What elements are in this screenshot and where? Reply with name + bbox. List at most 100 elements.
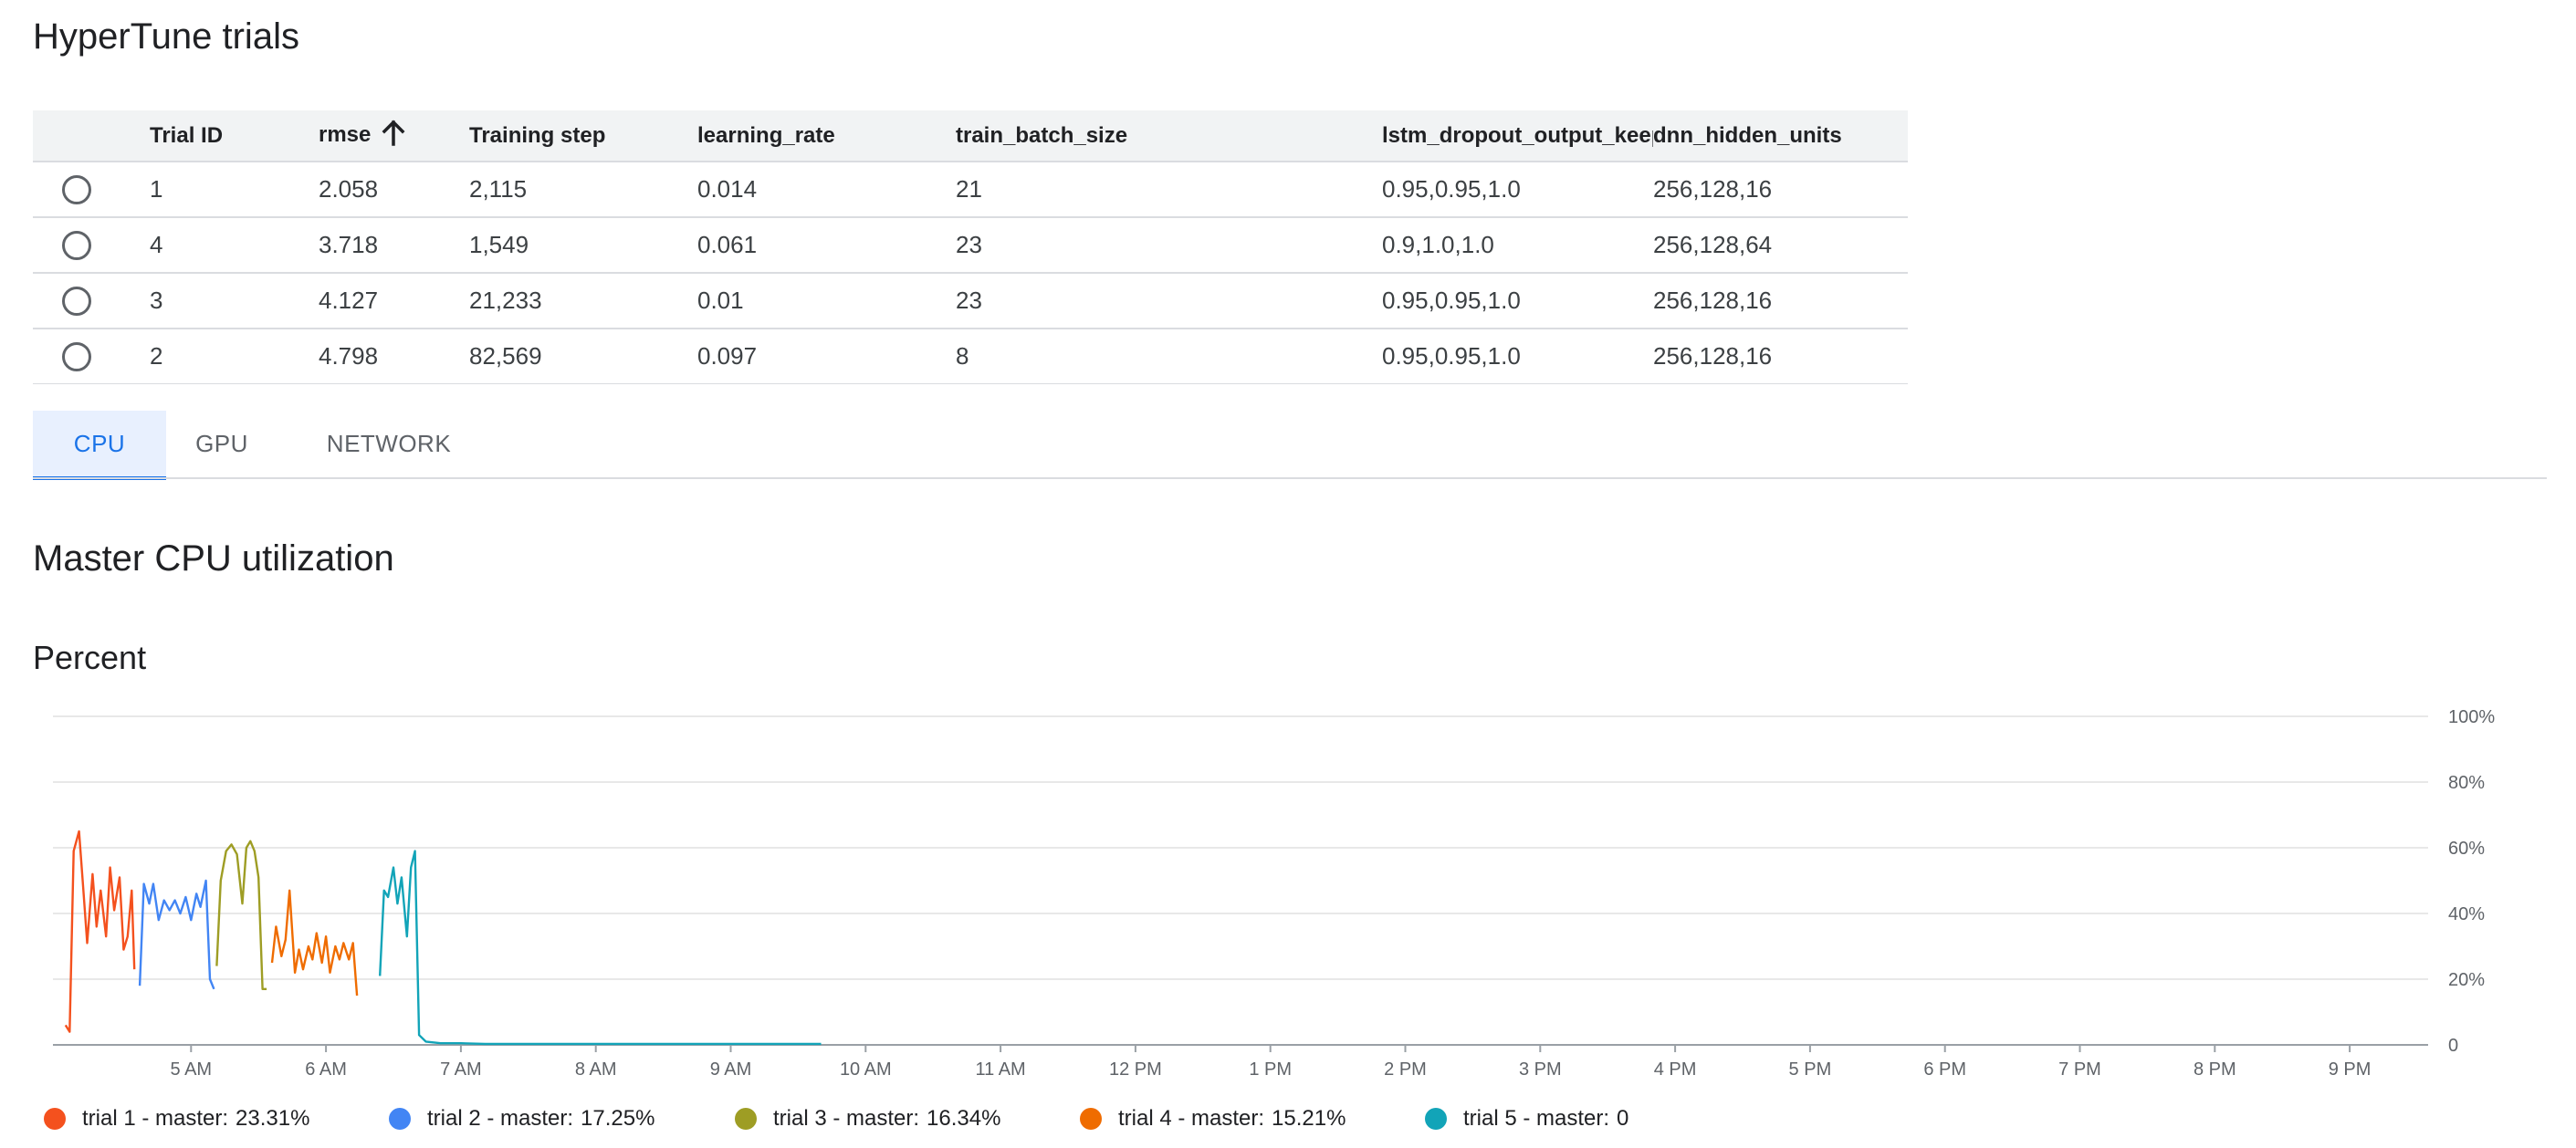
- cell-learning-rate: 0.014: [697, 162, 956, 218]
- cell-train-batch-size: 8: [956, 329, 1382, 384]
- cell-training-step: 2,115: [469, 162, 697, 218]
- x-tick-label: 9 PM: [2329, 1059, 2372, 1080]
- column-header-dnn-hidden-units[interactable]: dnn_hidden_units: [1653, 110, 1908, 162]
- x-tick-label: 1 PM: [1249, 1059, 1292, 1080]
- x-tick-label: 12 PM: [1109, 1059, 1162, 1080]
- cell-training-step: 82,569: [469, 329, 697, 384]
- cell-train-batch-size: 21: [956, 162, 1382, 218]
- series-line-trial-3: [215, 840, 267, 990]
- column-header-learning-rate[interactable]: learning_rate: [697, 110, 956, 162]
- table-row[interactable]: 3 4.127 21,233 0.01 23 0.95,0.95,1.0 256…: [33, 273, 1908, 329]
- legend-series-value: 16.34%: [927, 1106, 1001, 1131]
- x-tick-label: 5 PM: [1789, 1059, 1832, 1080]
- column-label: dnn_hidden_units: [1653, 122, 1842, 148]
- legend-color-dot: [735, 1108, 757, 1130]
- series-line-trial-2: [138, 879, 215, 990]
- x-tick-label: 10 AM: [840, 1059, 892, 1080]
- y-tick-label: 80%: [2448, 773, 2485, 793]
- section-title: Master CPU utilization: [33, 538, 394, 579]
- tab-network[interactable]: NETWORK: [307, 411, 471, 476]
- y-tick-label: 20%: [2448, 970, 2485, 990]
- column-header-lstm-dropout[interactable]: lstm_dropout_output_keep_probs: [1382, 110, 1653, 162]
- cell-dnn-hidden-units: 256,128,64: [1653, 217, 1908, 274]
- column-header-train-batch-size[interactable]: train_batch_size: [956, 110, 1382, 162]
- tab-gpu[interactable]: GPU: [166, 411, 277, 476]
- y-tick-label: 100%: [2448, 707, 2495, 727]
- table-header-row: Trial ID rmse Training step learning_rat…: [33, 110, 1908, 162]
- cell-trial-id: 1: [150, 162, 319, 218]
- x-tick-label: 5 AM: [171, 1059, 213, 1080]
- cell-lstm-dropout: 0.95,0.95,1.0: [1382, 273, 1653, 329]
- trials-table: Trial ID rmse Training step learning_rat…: [33, 110, 1908, 384]
- y-tick-label: 40%: [2448, 904, 2485, 924]
- cell-trial-id: 3: [150, 273, 319, 329]
- cell-training-step: 1,549: [469, 217, 697, 274]
- column-header-rmse[interactable]: rmse: [319, 110, 469, 162]
- cell-rmse: 4.798: [319, 329, 469, 384]
- cell-training-step: 21,233: [469, 273, 697, 329]
- column-header-trial-id[interactable]: Trial ID: [150, 110, 319, 162]
- select-column-header: [33, 110, 150, 162]
- page-title: HyperTune trials: [33, 16, 299, 57]
- legend-series-value: 23.31%: [236, 1106, 310, 1131]
- y-tick-label: 60%: [2448, 839, 2485, 859]
- legend-series-value: 0: [1617, 1106, 1629, 1131]
- legend-item[interactable]: trial 1 - master: 23.31%: [44, 1106, 309, 1132]
- series-line-trial-1: [64, 830, 136, 1033]
- cell-lstm-dropout: 0.9,1.0,1.0: [1382, 217, 1653, 274]
- x-tick-label: 9 AM: [710, 1059, 752, 1080]
- series-line-trial-5: [379, 850, 822, 1046]
- cell-dnn-hidden-units: 256,128,16: [1653, 162, 1908, 218]
- row-select-radio[interactable]: [62, 341, 91, 371]
- x-tick-label: 7 PM: [2058, 1059, 2101, 1080]
- cell-rmse: 4.127: [319, 273, 469, 329]
- column-label: lstm_dropout_output_keep_probs: [1382, 122, 1653, 148]
- tab-cpu[interactable]: CPU: [33, 411, 166, 480]
- cell-rmse: 3.718: [319, 217, 469, 274]
- cell-lstm-dropout: 0.95,0.95,1.0: [1382, 329, 1653, 384]
- legend-color-dot: [1080, 1108, 1102, 1130]
- legend-item[interactable]: trial 3 - master: 16.34%: [735, 1106, 1000, 1132]
- x-tick-label: 3 PM: [1519, 1059, 1562, 1080]
- row-select-radio[interactable]: [62, 230, 91, 260]
- sort-ascending-icon[interactable]: [382, 119, 405, 152]
- legend-item[interactable]: trial 4 - master: 15.21%: [1080, 1106, 1346, 1132]
- table-row[interactable]: 2 4.798 82,569 0.097 8 0.95,0.95,1.0 256…: [33, 329, 1908, 384]
- x-tick-label: 8 AM: [575, 1059, 617, 1080]
- cell-train-batch-size: 23: [956, 273, 1382, 329]
- x-tick-label: 8 PM: [2194, 1059, 2236, 1080]
- cell-train-batch-size: 23: [956, 217, 1382, 274]
- legend-item[interactable]: trial 2 - master: 17.25%: [389, 1106, 654, 1132]
- chart-legend: trial 1 - master: 23.31% trial 2 - master:…: [0, 1106, 2576, 1143]
- x-tick-label: 2 PM: [1384, 1059, 1427, 1080]
- legend-series-name: trial 2 - master:: [427, 1106, 574, 1131]
- legend-item[interactable]: trial 5 - master: 0: [1425, 1106, 1628, 1132]
- column-label: Training step: [469, 122, 606, 148]
- legend-series-name: trial 5 - master:: [1463, 1106, 1610, 1131]
- legend-color-dot: [389, 1108, 411, 1130]
- legend-series-name: trial 1 - master:: [82, 1106, 229, 1131]
- table-row[interactable]: 4 3.718 1,549 0.061 23 0.9,1.0,1.0 256,1…: [33, 217, 1908, 274]
- legend-color-dot: [44, 1108, 66, 1130]
- cell-dnn-hidden-units: 256,128,16: [1653, 329, 1908, 384]
- legend-series-value: 17.25%: [581, 1106, 655, 1131]
- cell-trial-id: 2: [150, 329, 319, 384]
- cell-lstm-dropout: 0.95,0.95,1.0: [1382, 162, 1653, 218]
- cell-dnn-hidden-units: 256,128,16: [1653, 273, 1908, 329]
- x-tick-label: 4 PM: [1654, 1059, 1697, 1080]
- x-tick-label: 6 AM: [305, 1059, 347, 1080]
- x-tick-label: 7 AM: [440, 1059, 482, 1080]
- legend-series-name: trial 4 - master:: [1118, 1106, 1265, 1131]
- column-label: learning_rate: [697, 122, 835, 148]
- x-tick-label: 6 PM: [1923, 1059, 1966, 1080]
- row-select-radio[interactable]: [62, 286, 91, 316]
- table-row[interactable]: 1 2.058 2,115 0.014 21 0.95,0.95,1.0 256…: [33, 162, 1908, 218]
- column-header-training-step[interactable]: Training step: [469, 110, 697, 162]
- row-select-radio[interactable]: [62, 174, 91, 204]
- cell-learning-rate: 0.01: [697, 273, 956, 329]
- column-label: Trial ID: [150, 122, 224, 148]
- legend-series-value: 15.21%: [1272, 1106, 1346, 1131]
- cell-learning-rate: 0.061: [697, 217, 956, 274]
- legend-color-dot: [1425, 1108, 1447, 1130]
- cell-rmse: 2.058: [319, 162, 469, 218]
